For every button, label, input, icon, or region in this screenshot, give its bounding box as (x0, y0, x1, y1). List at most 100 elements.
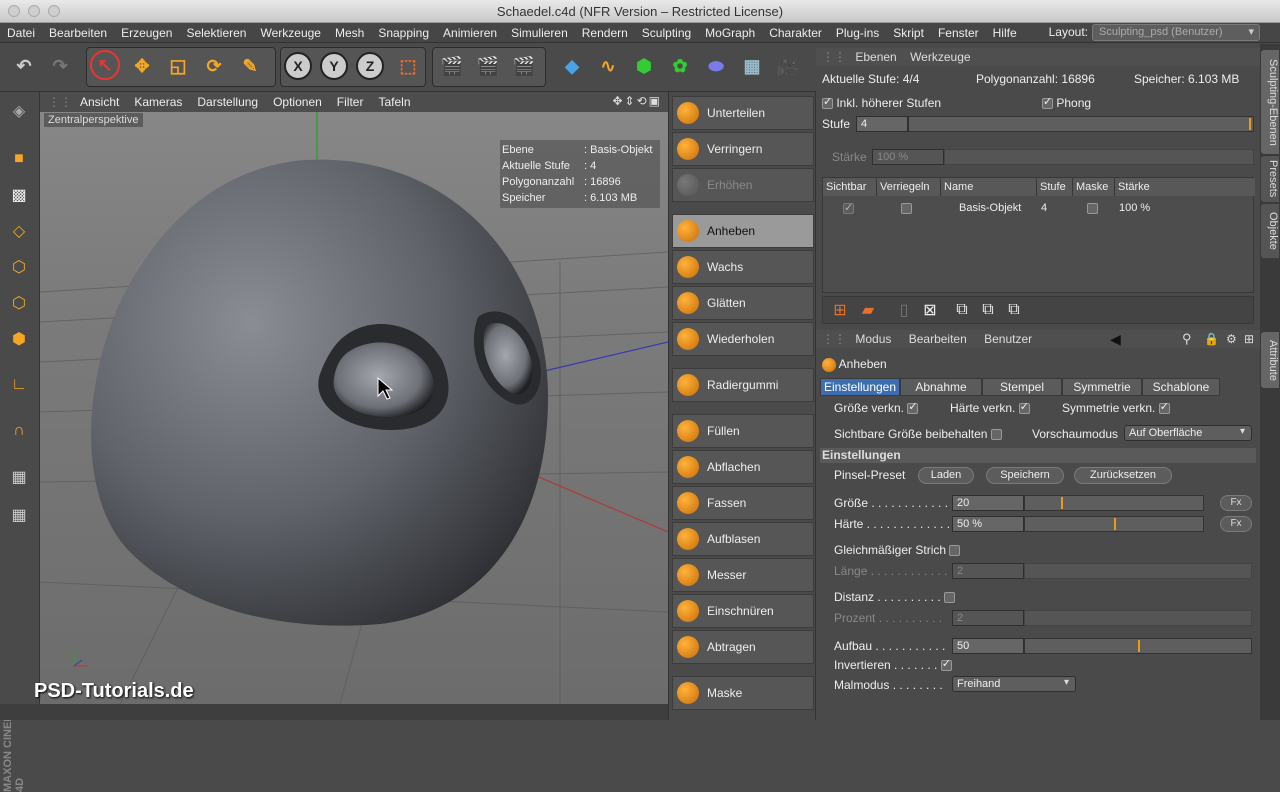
back-arrow-icon[interactable]: ◀ (1110, 330, 1121, 348)
menu-charakter[interactable]: Charakter (762, 26, 829, 40)
level-field[interactable]: 4 (856, 116, 908, 132)
brush-abflachen[interactable]: Abflachen (672, 450, 814, 484)
preview-mode-select[interactable]: Auf Oberfläche (1124, 425, 1252, 441)
search-icon[interactable]: ⚲ (1182, 330, 1192, 348)
select-cursor-icon[interactable]: ↖ (90, 50, 120, 80)
axis-mode-icon[interactable]: ∟ (4, 370, 34, 400)
vp-menu-ansicht[interactable]: Ansicht (80, 95, 119, 109)
workplane-icon[interactable]: ◇ (4, 216, 34, 246)
bake-icon[interactable]: ⧉ (977, 299, 999, 321)
row-visible-check[interactable] (843, 200, 854, 216)
mask-icon[interactable]: ⧉ (1003, 299, 1025, 321)
checkbox[interactable] (901, 202, 912, 214)
col-verriegeln[interactable]: Verriegeln (877, 178, 941, 196)
save-button[interactable]: Speichern (986, 467, 1064, 484)
axis-z-button[interactable]: Z (356, 52, 384, 80)
row-mask-check[interactable] (1087, 200, 1098, 216)
strength-slider[interactable] (944, 149, 1254, 165)
col-name[interactable]: Name (941, 178, 1037, 196)
checkbox[interactable] (1087, 202, 1098, 214)
tab-schablone[interactable]: Schablone (1142, 378, 1220, 396)
new-panel-icon[interactable]: ⊞ (1244, 330, 1254, 348)
spline-icon[interactable]: ∿ (592, 50, 624, 82)
link-hardness[interactable]: Härte verkn. (950, 400, 1030, 415)
tab-attributes[interactable]: Attribute (1261, 332, 1279, 388)
cube-icon[interactable]: ◆ (556, 50, 588, 82)
brush-abtragen[interactable]: Abtragen (672, 630, 814, 664)
col-staerke[interactable]: Stärke (1115, 178, 1255, 196)
brush-glaetten[interactable]: Glätten (672, 286, 814, 320)
minimize-button[interactable] (28, 5, 40, 17)
move-icon[interactable]: ✥ (126, 50, 158, 82)
menu-rendern[interactable]: Rendern (575, 26, 635, 40)
keep-visible-size[interactable]: Sichtbare Größe beibehalten (834, 427, 1002, 441)
redo-icon[interactable]: ↷ (44, 50, 76, 82)
polygons-mode-icon[interactable]: ⬢ (4, 324, 34, 354)
menu-skript[interactable]: Skript (886, 26, 931, 40)
brush-fassen[interactable]: Fassen (672, 486, 814, 520)
buildup-field[interactable]: 50 (952, 638, 1024, 654)
brush-radiergummi[interactable]: Radiergummi (672, 368, 814, 402)
grid-snap-icon[interactable]: ▦ (4, 500, 34, 530)
tab-presets[interactable]: Presets (1261, 156, 1279, 202)
menu-hilfe[interactable]: Hilfe (986, 26, 1024, 40)
brush-anheben[interactable]: Anheben (672, 214, 814, 248)
row-lock-check[interactable] (901, 200, 912, 216)
vp-menu-tafeln[interactable]: Tafeln (378, 95, 410, 109)
layout-select[interactable]: Sculpting_psd (Benutzer) (1092, 24, 1260, 41)
col-maske[interactable]: Maske (1073, 178, 1115, 196)
strength-field[interactable]: 100 % (872, 149, 944, 165)
axis-x-button[interactable]: X (284, 52, 312, 80)
scene-icon[interactable]: ▦ (736, 50, 768, 82)
deformer-icon[interactable]: ⬬ (700, 50, 732, 82)
phong-toggle[interactable]: Phong (1042, 95, 1091, 110)
brush-unterteilen[interactable]: Unterteilen (672, 96, 814, 130)
lock-icon[interactable]: 🔒 (1204, 330, 1219, 348)
tab-sculpting-layers[interactable]: Sculpting-Ebenen (1261, 50, 1279, 154)
tab-werkzeuge[interactable]: Werkzeuge (910, 50, 970, 64)
vp-menu-filter[interactable]: Filter (337, 95, 364, 109)
link-symmetry[interactable]: Symmetrie verkn. (1062, 400, 1170, 415)
grid-lock-icon[interactable]: ▦ (4, 462, 34, 492)
buildup-slider[interactable] (1024, 638, 1252, 654)
even-stroke[interactable]: Gleichmäßiger Strich (834, 543, 961, 557)
length-slider[interactable] (1024, 563, 1252, 579)
brush-einschnueren[interactable]: Einschnüren (672, 594, 814, 628)
menu-snapping[interactable]: Snapping (371, 26, 436, 40)
clear-icon[interactable]: ⊠ (919, 299, 941, 321)
menu-selektieren[interactable]: Selektieren (179, 26, 253, 40)
snap-magnet-icon[interactable]: ∩ (4, 416, 34, 446)
checkbox[interactable] (1158, 400, 1170, 415)
checkbox[interactable] (944, 592, 956, 604)
checkbox[interactable] (1042, 95, 1053, 110)
render-picture-icon[interactable]: 🎬 (472, 50, 504, 82)
tab-abnahme[interactable]: Abnahme (900, 378, 982, 396)
add-layer-icon[interactable]: ⊞ (829, 299, 851, 321)
brush-messer[interactable]: Messer (672, 558, 814, 592)
brush-aufblasen[interactable]: Aufblasen (672, 522, 814, 556)
checkbox[interactable] (949, 545, 961, 557)
menu-sculpting[interactable]: Sculpting (635, 26, 698, 40)
texture-mode-icon[interactable]: ▩ (4, 180, 34, 210)
reset-button[interactable]: Zurücksetzen (1074, 467, 1172, 484)
tab-symmetrie[interactable]: Symmetrie (1062, 378, 1142, 396)
col-sichtbar[interactable]: Sichtbar (823, 178, 877, 196)
delete-layer-icon[interactable]: ▯ (893, 299, 915, 321)
nurbs-icon[interactable]: ⬢ (628, 50, 660, 82)
array-icon[interactable]: ✿ (664, 50, 696, 82)
tab-ebenen[interactable]: Ebenen (855, 50, 896, 64)
viewport-nav-icons[interactable]: ✥⇕⟲▣ (612, 94, 662, 108)
coordinate-system-icon[interactable]: ⬚ (392, 50, 424, 82)
edges-mode-icon[interactable]: ⬡ (4, 288, 34, 318)
size-fx-button[interactable]: Fx (1220, 495, 1252, 511)
percent-slider[interactable] (1024, 610, 1252, 626)
menu-datei[interactable]: Datei (0, 26, 42, 40)
viewport[interactable]: ⋮⋮ Ansicht Kameras Darstellung Optionen … (40, 92, 668, 704)
menu-mograph[interactable]: MoGraph (698, 26, 762, 40)
menu-erzeugen[interactable]: Erzeugen (114, 26, 179, 40)
level-slider[interactable] (908, 116, 1254, 132)
points-mode-icon[interactable]: ⬡ (4, 252, 34, 282)
merge-icon[interactable]: ⧉ (951, 299, 973, 321)
vp-menu-kameras[interactable]: Kameras (134, 95, 182, 109)
brush-erhoehen[interactable]: Erhöhen (672, 168, 814, 202)
